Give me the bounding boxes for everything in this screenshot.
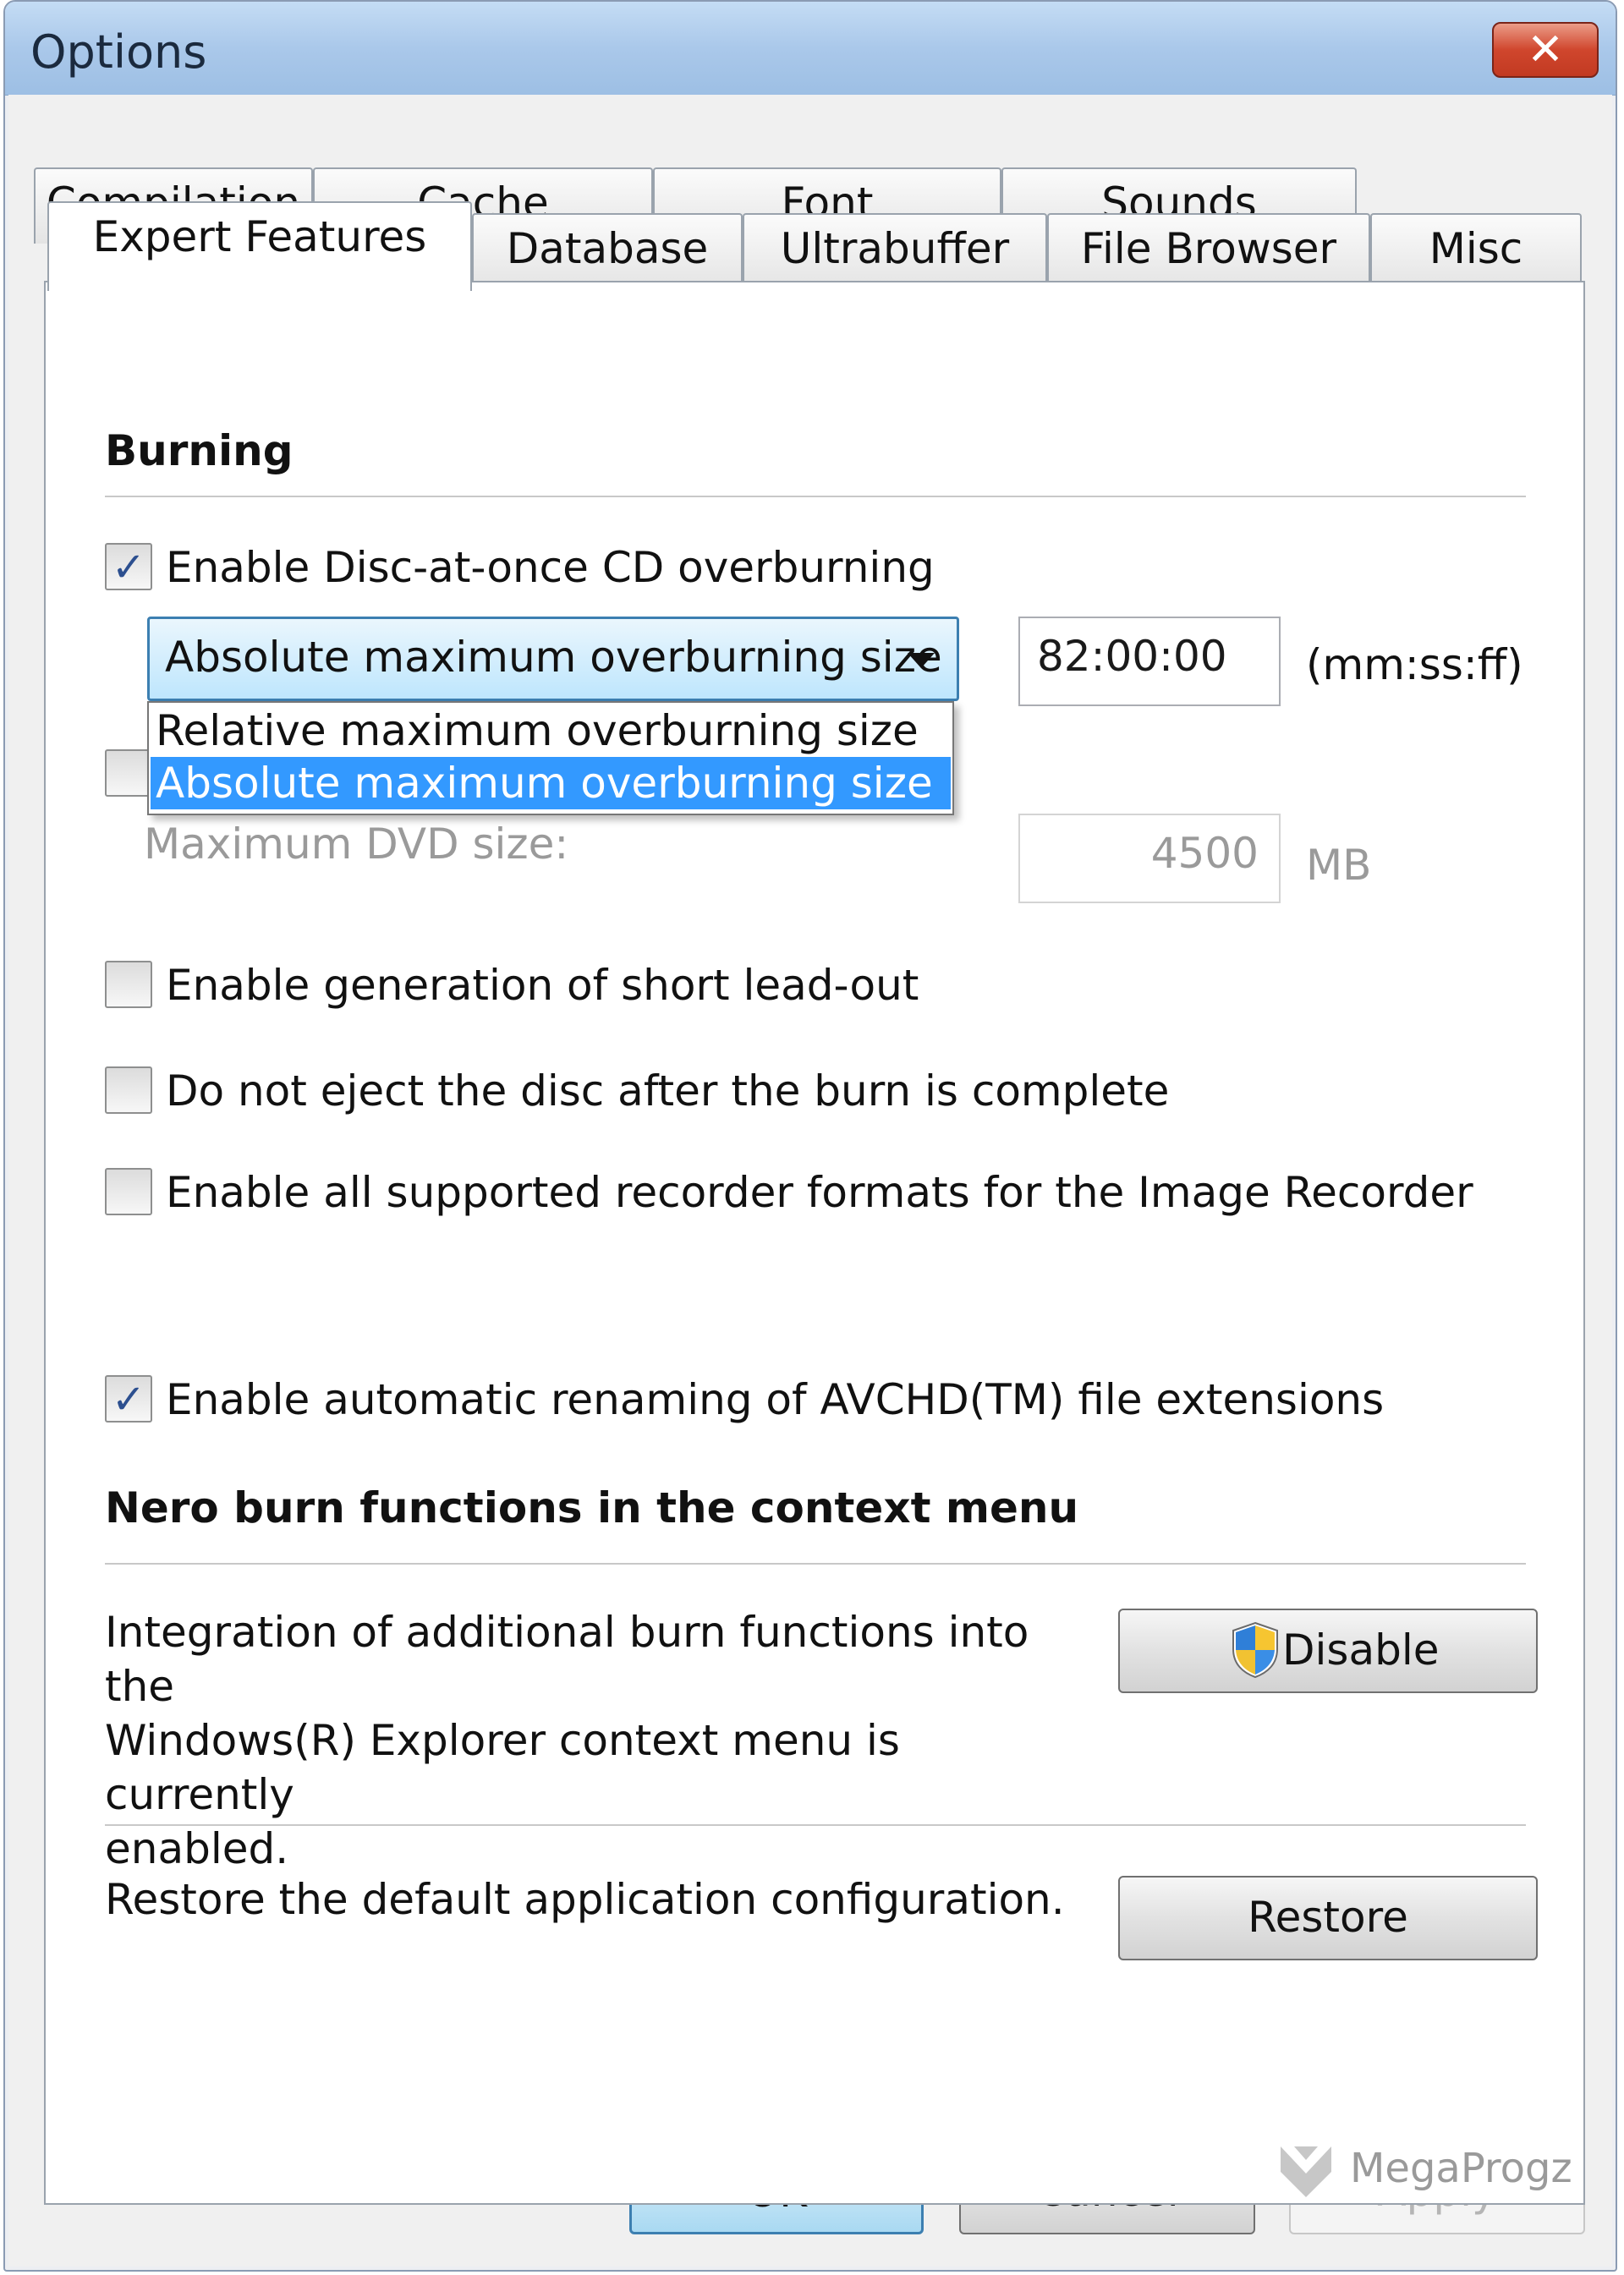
overburn-size-value: 82:00:00 [1037,632,1227,681]
expert-features-panel: Burning ✓ Enable Disc-at-once CD overbur… [44,281,1585,2205]
context-menu-description-line-3: enabled. [105,1824,289,1873]
restore-divider [105,1824,1526,1826]
no-eject-checkbox[interactable] [105,1066,152,1114]
close-icon: ✕ [1527,25,1564,75]
check-mark-icon: ✓ [111,1376,146,1423]
tab-misc[interactable]: Misc [1370,213,1582,289]
megaprogz-logo-icon [1281,2146,1331,2197]
context-menu-description-line-1: Integration of additional burn functions… [105,1608,1029,1711]
image-recorder-label: Enable all supported recorder formats fo… [166,1168,1473,1217]
tab-database[interactable]: Database [472,213,743,289]
option-absolute-maximum[interactable]: Absolute maximum overburning size [151,757,951,809]
disable-context-menu-button[interactable]: Disable [1118,1609,1538,1693]
context-menu-section-title: Nero burn functions in the context menu [105,1483,1079,1532]
avchd-rename-option[interactable]: ✓ Enable automatic renaming of AVCHD(TM)… [105,1373,1384,1429]
short-leadout-checkbox[interactable] [105,961,152,1008]
image-recorder-option[interactable]: Enable all supported recorder formats fo… [105,1166,1473,1222]
chevron-down-icon[interactable] [908,653,935,668]
disable-button-label: Disable [1282,1625,1440,1675]
window-title: Options [30,25,207,79]
context-menu-description: Integration of additional burn functions… [105,1605,1078,1876]
max-dvd-size-unit: MB [1306,841,1372,890]
context-menu-description-line-2: Windows(R) Explorer context menu is curr… [105,1716,900,1819]
tab-file-browser[interactable]: File Browser [1047,213,1370,289]
option-relative-maximum[interactable]: Relative maximum overburning size [151,704,951,757]
avchd-rename-checkbox[interactable]: ✓ [105,1375,152,1423]
no-eject-option[interactable]: Do not eject the disc after the burn is … [105,1065,1169,1121]
overburning-option[interactable]: ✓ Enable Disc-at-once CD overburning [105,541,1120,597]
overburn-size-unit: (mm:ss:ff) [1306,640,1523,689]
short-leadout-label: Enable generation of short lead-out [166,961,919,1010]
check-mark-icon: ✓ [111,544,146,591]
title-bar[interactable]: Options ✕ [5,2,1616,96]
overburning-mode-value: Absolute maximum overburning size [165,633,942,682]
burning-divider [105,496,1526,497]
watermark-text: MegaProgz [1350,2145,1572,2192]
overburning-mode-dropdown: Relative maximum overburning size Absolu… [147,701,954,815]
overburn-size-input[interactable]: 82:00:00 [1018,617,1281,706]
overburning-checkbox[interactable]: ✓ [105,543,152,590]
short-leadout-option[interactable]: Enable generation of short lead-out [105,959,1035,1015]
options-window: Options ✕ Compilation Cache Font Sounds … [3,0,1617,2272]
avchd-rename-label: Enable automatic renaming of AVCHD(TM) f… [166,1375,1385,1424]
overburning-mode-select[interactable]: Absolute maximum overburning size [147,617,959,701]
burning-section-title: Burning [105,426,294,475]
overburning-label: Enable Disc-at-once CD overburning [166,543,935,592]
close-button[interactable]: ✕ [1492,22,1599,78]
tab-ultrabuffer[interactable]: Ultrabuffer [743,213,1047,289]
uac-shield-icon [1232,1621,1278,1679]
context-menu-divider [105,1563,1526,1565]
tab-expert-features[interactable]: Expert Features [47,201,472,291]
max-dvd-size-value: 4500 [1150,829,1259,878]
max-dvd-size-input[interactable]: 4500 [1018,814,1281,903]
no-eject-label: Do not eject the disc after the burn is … [166,1066,1170,1116]
restore-description: Restore the default application configur… [105,1875,1065,1924]
watermark: MegaProgz [1265,2133,1587,2209]
restore-button[interactable]: Restore [1118,1876,1538,1960]
dvd-overburning-checkbox[interactable] [105,749,152,797]
client-area: Compilation Cache Font Sounds Expert Fea… [8,95,1612,2267]
image-recorder-checkbox[interactable] [105,1168,152,1215]
max-dvd-size-label: Maximum DVD size: [144,820,569,869]
